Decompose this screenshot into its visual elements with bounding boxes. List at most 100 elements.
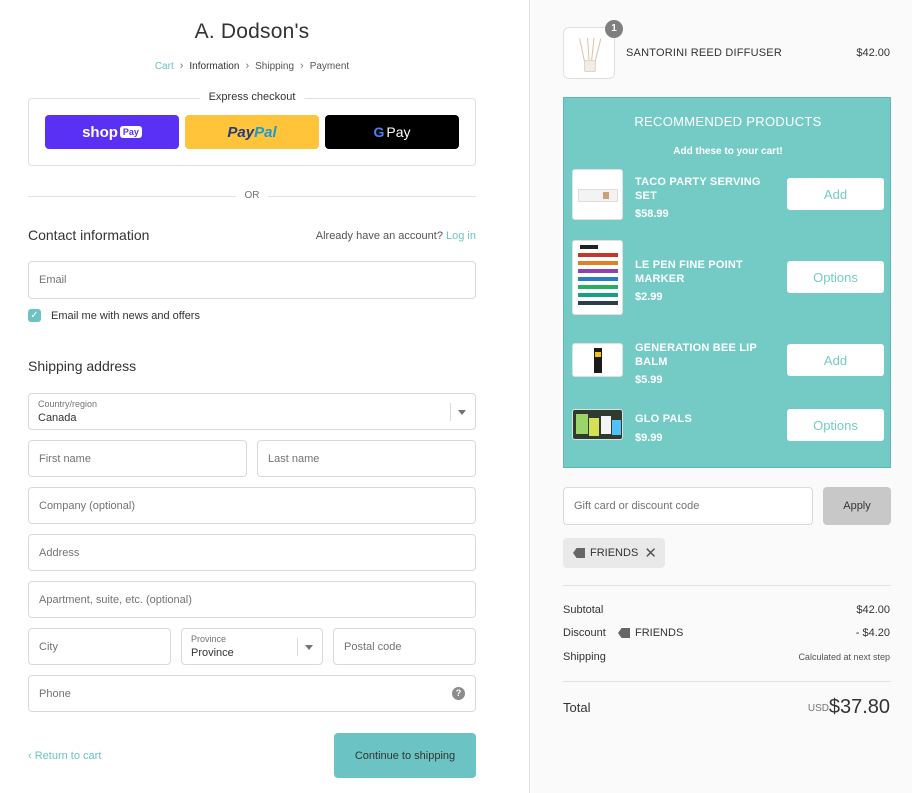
country-label: Country/region bbox=[38, 399, 98, 409]
continue-to-shipping-button[interactable]: Continue to shipping bbox=[334, 733, 476, 778]
google-pay-button[interactable]: G Pay bbox=[325, 115, 459, 149]
account-prompt-text: Already have an account? bbox=[315, 230, 443, 242]
recommended-products: RECOMMENDED PRODUCTS Add these to your c… bbox=[563, 97, 891, 468]
country-select[interactable]: Country/region Canada bbox=[28, 393, 476, 430]
breadcrumb-information: Information bbox=[189, 61, 240, 72]
province-value: Province bbox=[191, 647, 234, 659]
close-icon[interactable]: ✕ bbox=[644, 544, 657, 562]
continue-label: Continue to shipping bbox=[354, 749, 456, 762]
rec-item-name: TACO PARTY SERVING SET bbox=[635, 176, 761, 202]
rec-item-price: $58.99 bbox=[635, 208, 669, 220]
discount-code-placeholder: Gift card or discount code bbox=[574, 500, 700, 512]
chevron-down-icon bbox=[458, 410, 466, 415]
city-field[interactable]: City bbox=[28, 628, 171, 665]
first-name-field[interactable]: First name bbox=[28, 440, 247, 477]
postal-code-placeholder: Postal code bbox=[344, 640, 402, 653]
shop-title: A. Dodson's bbox=[194, 20, 310, 43]
discount-code-field[interactable]: Gift card or discount code bbox=[563, 487, 813, 525]
bottle-shape bbox=[584, 60, 596, 72]
address-field[interactable]: Address bbox=[28, 534, 476, 571]
select-divider bbox=[297, 638, 298, 656]
account-prompt: Already have an account? Log in bbox=[316, 230, 476, 242]
rec-options-button[interactable]: Options bbox=[787, 261, 884, 293]
return-to-cart-link[interactable]: ‹ Return to cart bbox=[28, 750, 101, 762]
subtotal-value: $42.00 bbox=[856, 604, 890, 616]
shop-pay-badge: Pay bbox=[119, 126, 142, 138]
chevron-right-icon: › bbox=[179, 60, 184, 72]
login-link[interactable]: Log in bbox=[446, 230, 476, 242]
chevron-right-icon: › bbox=[300, 60, 304, 72]
province-label: Province bbox=[191, 634, 227, 644]
company-field[interactable]: Company (optional) bbox=[28, 487, 476, 524]
total-label: Total bbox=[563, 700, 591, 715]
paypal-pay-label: Pay bbox=[227, 123, 255, 141]
checkmark-icon[interactable]: ✓ bbox=[28, 309, 41, 322]
shop-pay-label: shop bbox=[82, 123, 118, 141]
taco-serving-set-image bbox=[572, 169, 623, 220]
glo-pals-image bbox=[572, 409, 623, 440]
contact-title: Contact information bbox=[28, 227, 150, 243]
recommended-subtitle: Add these to your cart! bbox=[673, 146, 783, 157]
cart-item-name: SANTORINI REED DIFFUSER bbox=[626, 47, 782, 59]
rec-add-button[interactable]: Add bbox=[787, 344, 884, 376]
help-icon[interactable]: ? bbox=[452, 687, 465, 700]
return-to-cart-label: Return to cart bbox=[34, 750, 102, 762]
divider bbox=[563, 681, 891, 682]
apply-label: Apply bbox=[843, 500, 871, 512]
express-checkout-title: Express checkout bbox=[199, 91, 305, 103]
email-field[interactable]: Email bbox=[28, 261, 476, 299]
rec-item-price: $2.99 bbox=[635, 291, 663, 303]
checkout-main: A. Dodson's Cart › Information › Shipping › Pa… bbox=[0, 0, 529, 793]
select-divider bbox=[450, 403, 451, 421]
city-placeholder: City bbox=[39, 640, 58, 653]
total-currency: USD bbox=[807, 703, 829, 714]
chevron-left-icon: ‹ bbox=[28, 750, 32, 762]
express-checkout: Express checkout shop Pay Pay Pal G Pay bbox=[28, 91, 476, 166]
newsletter-label: Email me with news and offers bbox=[51, 309, 200, 322]
total-value: $37.80 bbox=[828, 696, 890, 718]
quantity-badge: 1 bbox=[605, 20, 623, 38]
shop-pay-button[interactable]: shop Pay bbox=[45, 115, 179, 149]
rec-item-name: GENERATION BEE LIP BALM bbox=[635, 342, 757, 368]
chevron-right-icon: › bbox=[245, 60, 250, 72]
apply-button[interactable]: Apply bbox=[823, 487, 891, 525]
discount-code-tag: FRIENDS bbox=[618, 627, 683, 639]
breadcrumb-payment: Payment bbox=[309, 61, 350, 72]
rec-options-button[interactable]: Options bbox=[787, 409, 884, 441]
recommended-title: RECOMMENDED PRODUCTS bbox=[634, 114, 822, 129]
lip-balm-image bbox=[572, 343, 623, 377]
paypal-button[interactable]: Pay Pal bbox=[185, 115, 319, 149]
subtotal-label: Subtotal bbox=[563, 604, 604, 616]
apartment-field[interactable]: Apartment, suite, etc. (optional) bbox=[28, 581, 476, 618]
apartment-placeholder: Apartment, suite, etc. (optional) bbox=[39, 593, 192, 606]
paypal-pal-label: Pal bbox=[254, 123, 277, 141]
google-g-letter: G bbox=[373, 124, 385, 140]
phone-placeholder: Phone bbox=[39, 687, 71, 700]
google-g-icon: G bbox=[373, 124, 384, 140]
last-name-field[interactable]: Last name bbox=[257, 440, 476, 477]
shipping-label: Shipping bbox=[563, 651, 606, 663]
postal-code-field[interactable]: Postal code bbox=[333, 628, 476, 665]
tag-icon bbox=[573, 548, 585, 558]
tag-icon bbox=[618, 628, 630, 638]
rec-item-price: $9.99 bbox=[635, 432, 663, 444]
google-pay-label: Pay bbox=[386, 124, 411, 140]
rec-item-name: GLO PALS bbox=[635, 413, 693, 425]
breadcrumb-cart[interactable]: Cart bbox=[155, 61, 174, 72]
company-placeholder: Company (optional) bbox=[39, 499, 135, 512]
or-divider: OR bbox=[28, 190, 476, 204]
newsletter-checkbox-row[interactable]: ✓ Email me with news and offers bbox=[28, 309, 200, 322]
last-name-placeholder: Last name bbox=[268, 452, 320, 465]
rec-item-name: LE PEN FINE POINT MARKER bbox=[635, 259, 743, 285]
address-placeholder: Address bbox=[39, 546, 80, 559]
rec-add-button[interactable]: Add bbox=[787, 178, 884, 210]
rec-item-price: $5.99 bbox=[635, 374, 663, 386]
applied-code: FRIENDS bbox=[590, 547, 639, 559]
province-select[interactable]: Province Province bbox=[181, 628, 323, 665]
shipping-value: Calculated at next step bbox=[798, 652, 890, 662]
breadcrumb: Cart › Information › Shipping › Payment bbox=[0, 60, 504, 72]
phone-field[interactable]: Phone ? bbox=[28, 675, 476, 712]
order-summary: 1 SANTORINI REED DIFFUSER $42.00 RECOMME… bbox=[529, 0, 912, 793]
breadcrumb-shipping: Shipping bbox=[255, 61, 295, 72]
divider-line bbox=[268, 196, 476, 197]
